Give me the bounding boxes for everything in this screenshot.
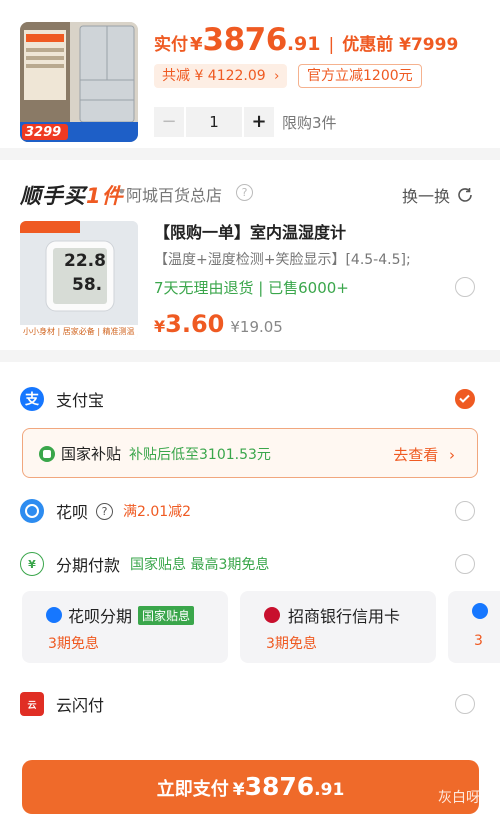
bundle-item-promo: 7天无理由退货 | 已售6000+ [154,279,349,297]
store-name: 阿城百货总店 [126,186,223,205]
chevron-right-icon: › [449,446,455,464]
unionpay-icon: 云 [20,692,44,716]
pay-button-label: 立即支付 [156,779,229,800]
item-image-caption: 小小身材 | 居家必备 | 精准测温 [23,327,135,336]
huabei-icon [20,499,44,523]
payment-unionpay[interactable]: 云 云闪付 [20,689,104,719]
huabei-radio[interactable] [455,501,475,521]
bundle-title-main: 顺手买 [20,184,86,208]
item-image-temp: 22.8 [64,251,106,271]
option-sub: 3期免息 [48,636,99,652]
option-sub: 3期免息 [266,636,317,652]
subsidy-name: 国家补贴 [61,445,122,463]
price-decimal: .91 [286,33,321,55]
price-label: 实付 [154,35,188,55]
huabei-label: 花呗 [56,503,89,522]
installment-option-cmb[interactable]: 招商银行信用卡 3期免息 [240,591,436,663]
swap-label: 换一换 [402,187,451,206]
discount-total-tag[interactable]: 共减 ¥ 4122.09 › [154,64,288,88]
bundle-title: 顺手买1件 [20,180,124,210]
alipay-icon: 支 [20,387,44,411]
item-price-value: 3.60 [165,310,225,338]
watermark: 灰白呀 [438,790,480,806]
installment-icon: ¥ [20,552,44,576]
image-promo-price: 3299 [25,125,62,140]
alipay-radio[interactable] [455,389,475,409]
unionpay-label: 云闪付 [56,696,105,715]
subsidy-action-label: 去查看 [393,446,439,464]
product-card: 3299 实付 ¥ 3876 .91 | 优惠前 ¥7999 共减 ¥ 4122… [0,0,500,148]
chevron-right-icon: › [274,69,280,84]
pay-button-amount: 3876 [244,772,315,801]
huabei-installment-icon [46,607,62,623]
bundle-item-title[interactable]: 【限购一单】室内温湿度计 [154,219,346,243]
payment-huabei[interactable]: 花呗 ? 满2.01减2 [20,496,191,526]
subsidy-desc: 补贴后低至3101.53元 [129,446,271,463]
pay-button-currency: ¥ [232,780,245,800]
discount-total-text: 共减 ¥ 4122.09 [162,68,266,84]
price-integer: 3876 [202,22,288,58]
original-price: 优惠前 ¥7999 [342,35,459,55]
subsidy-view-link[interactable]: 去查看 › [393,444,455,465]
subsidy-icon [39,445,55,462]
actual-price: 实付 ¥ 3876 .91 | 优惠前 ¥7999 [154,22,458,64]
decrement-button[interactable]: − [154,107,184,137]
installment-desc: 国家贴息 最高3期免息 [130,557,270,573]
installment-radio[interactable] [455,554,475,574]
option-name: 招商银行信用卡 [288,607,401,626]
quantity-stepper: − 1 + 限购3件 [154,107,337,137]
unionpay-radio[interactable] [455,694,475,714]
installment-label: 分期付款 [56,556,121,575]
item-image-humidity: 58. [72,275,103,295]
partial-option-icon [472,603,488,619]
huabei-offer: 满2.01减2 [123,504,192,520]
payment-installment[interactable]: ¥ 分期付款 国家贴息 最高3期免息 [20,549,269,579]
purchase-limit: 限购3件 [282,113,337,132]
price-currency: ¥ [190,34,203,55]
option-sub: 3 [474,633,483,649]
question-icon[interactable]: ? [236,184,253,201]
pay-button-decimal: .91 [314,780,345,800]
installment-option-partial[interactable]: 3 [448,591,500,663]
price-divider: | [328,35,335,55]
product-image[interactable]: 3299 [20,22,138,142]
national-subsidy-banner[interactable]: 国家补贴 补贴后低至3101.53元 去查看 › [22,428,478,478]
bundle-item-spec: 【温度+湿度检测+笑脸显示】[4.5-4.5]; [154,252,411,268]
cmb-bank-icon [264,607,280,623]
refresh-icon [458,188,472,202]
question-icon[interactable]: ? [96,502,114,520]
item-old-price: ¥19.05 [230,318,283,336]
pay-now-button[interactable]: 立即支付 ¥ 3876 .91 [22,760,479,814]
bundle-item-price: ¥ 3.60 ¥19.05 [154,310,283,338]
subsidy-badge: 国家贴息 [138,605,195,625]
item-currency: ¥ [154,317,166,336]
bundle-item-radio[interactable] [455,277,475,297]
official-discount-tag: 官方立减1200元 [298,64,422,88]
option-name: 花呗分期 [68,607,133,626]
refrigerator-product-photo [20,22,138,142]
installment-option-huabei[interactable]: 花呗分期 国家贴息 3期免息 [22,591,228,663]
payment-alipay[interactable]: 支 支付宝 [20,384,104,414]
swap-button[interactable]: 换一换 [402,183,474,207]
check-icon [459,394,470,403]
quantity-value[interactable]: 1 [186,107,242,137]
bundle-item-image[interactable]: 22.8 58. 小小身材 | 居家必备 | 精准测温 [20,221,138,339]
alipay-label: 支付宝 [56,391,105,410]
increment-button[interactable]: + [244,107,274,137]
